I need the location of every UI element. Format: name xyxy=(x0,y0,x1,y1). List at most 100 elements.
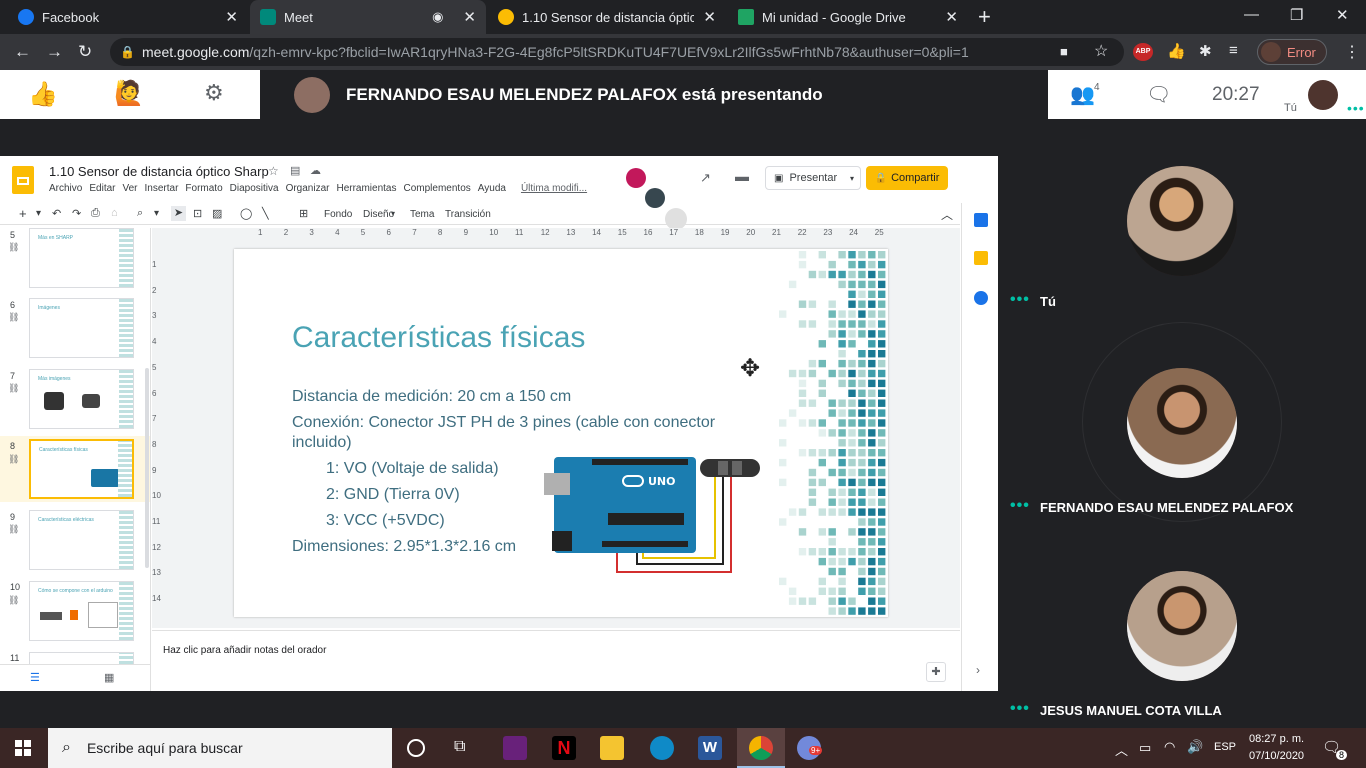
slide-thumbnail[interactable] xyxy=(29,652,134,664)
volume-icon[interactable]: 🔊 xyxy=(1187,739,1203,755)
close-icon[interactable]: ✕ xyxy=(945,8,958,26)
close-icon[interactable]: ✕ xyxy=(463,8,476,26)
reload-icon[interactable]: ↻ xyxy=(78,43,92,60)
slide-thumbnail[interactable]: Más imágenes xyxy=(29,369,134,429)
slide-text-line[interactable]: Distancia de medición: 20 cm a 150 cm xyxy=(292,388,571,406)
slide-thumbnail-selected[interactable]: Características físicas xyxy=(29,439,134,499)
text-box-icon[interactable]: ⊡ xyxy=(193,207,202,220)
participant-tile[interactable]: ••• Tú xyxy=(998,119,1366,319)
chat-icon[interactable]: 🗨 xyxy=(1146,82,1171,107)
media-control-icon[interactable]: ≡ xyxy=(1229,42,1238,59)
line-icon[interactable]: ╲ xyxy=(262,207,269,220)
menu-archivo[interactable]: Archivo xyxy=(49,183,82,194)
chrome-taskbar-button[interactable] xyxy=(737,728,785,768)
slide-text-line[interactable]: incluido) xyxy=(292,434,352,452)
cortana-icon[interactable] xyxy=(407,739,425,757)
profile-error-button[interactable]: Error xyxy=(1257,39,1327,65)
chevron-down-icon[interactable]: ▾ xyxy=(36,208,41,219)
redo-icon[interactable]: ↷ xyxy=(72,207,81,220)
extensions-puzzle-icon[interactable]: ✱ xyxy=(1199,42,1212,60)
slide-thumbnail[interactable]: Características eléctricas xyxy=(29,510,134,570)
slide-text-line[interactable]: Conexión: Conector JST PH de 3 pines (ca… xyxy=(292,414,715,432)
close-icon[interactable]: ✕ xyxy=(225,8,238,26)
theme-button[interactable]: Tema xyxy=(410,209,434,220)
slides-logo-icon[interactable] xyxy=(12,166,34,194)
transition-button[interactable]: Transición xyxy=(445,209,491,220)
slide-thumbnail[interactable]: Imágenes xyxy=(29,298,134,358)
task-view-icon[interactable]: ⧉ xyxy=(454,738,465,756)
menu-herramientas[interactable]: Herramientas xyxy=(336,183,396,194)
word-icon[interactable]: W xyxy=(698,736,722,760)
chevron-down-icon[interactable]: ▾ xyxy=(154,208,159,219)
minimize-icon[interactable]: — xyxy=(1244,6,1259,23)
paint-format-icon[interactable]: ⌂ xyxy=(111,207,118,219)
netflix-icon[interactable]: N xyxy=(552,736,576,760)
menu-organizar[interactable]: Organizar xyxy=(286,183,330,194)
add-comment-icon[interactable]: ⊞ xyxy=(299,207,308,220)
undo-icon[interactable]: ↶ xyxy=(52,207,61,220)
participants-icon[interactable]: 👥 xyxy=(1070,82,1095,107)
windows-start-icon[interactable] xyxy=(15,740,31,756)
adblock-icon[interactable]: ABP xyxy=(1133,43,1153,61)
tray-chevron-icon[interactable]: ︿ xyxy=(1115,740,1128,759)
address-bar[interactable]: 🔒 meet.google.com/qzh-emrv-kpc?fbclid=Iw… xyxy=(110,38,1124,66)
battery-icon[interactable]: ▭ xyxy=(1139,740,1151,756)
edge-icon[interactable] xyxy=(650,736,674,760)
bookmark-star-icon[interactable]: ☆ xyxy=(1094,38,1108,66)
share-button[interactable]: 🔒 Compartir xyxy=(866,166,948,190)
close-icon[interactable]: ✕ xyxy=(703,8,716,26)
taskbar-search-box[interactable]: ⌕ Escribe aquí para buscar xyxy=(48,728,392,768)
slide-thumbnail[interactable]: Más en SHARP xyxy=(29,228,134,288)
wifi-icon[interactable]: ◠ xyxy=(1164,739,1175,755)
new-slide-plus-icon[interactable]: + xyxy=(19,206,27,221)
menu-diapositiva[interactable]: Diapositiva xyxy=(230,183,279,194)
background-button[interactable]: Fondo xyxy=(324,209,352,220)
move-folder-icon[interactable]: ▤ xyxy=(290,164,300,177)
zoom-icon[interactable]: ⌕ xyxy=(137,207,143,220)
window-close-icon[interactable]: ✕ xyxy=(1336,6,1349,24)
chevron-down-icon[interactable]: ▾ xyxy=(391,209,395,218)
chevron-down-icon[interactable]: ▾ xyxy=(850,174,860,183)
settings-gear-icon[interactable]: ⚙ xyxy=(204,80,224,106)
layout-button[interactable]: Diseño xyxy=(363,209,394,220)
restore-icon[interactable]: ❐ xyxy=(1290,6,1303,24)
menu-ayuda[interactable]: Ayuda xyxy=(478,183,506,194)
thumbs-up-emoji-icon[interactable]: 👍 xyxy=(28,80,58,109)
slide-title[interactable]: Características físicas xyxy=(292,321,585,355)
slide-main[interactable]: Características físicas Distancia de med… xyxy=(234,249,888,617)
taskbar-time[interactable]: 08:27 p. m. xyxy=(1249,733,1304,745)
menu-kebab-icon[interactable]: ⋮ xyxy=(1344,42,1360,62)
speaker-notes[interactable]: Haz clic para añadir notas del orador xyxy=(152,630,960,691)
participant-tile[interactable]: ••• FERNANDO ESAU MELENDEZ PALAFOX xyxy=(998,322,1366,522)
tasks-icon[interactable] xyxy=(974,291,988,305)
camera-blocked-icon[interactable]: ■ xyxy=(1060,38,1068,66)
comments-icon[interactable]: ▬ xyxy=(735,168,749,184)
tab-slides[interactable]: 1.10 Sensor de distancia óptico S ✕ xyxy=(488,0,726,34)
slide-text-line[interactable]: 1: VO (Voltaje de salida) xyxy=(326,460,499,478)
print-icon[interactable]: ⎙ xyxy=(91,207,100,220)
shape-icon[interactable]: ◯ xyxy=(240,207,252,220)
last-edit-link[interactable]: Última modifi... xyxy=(521,183,587,194)
menu-insertar[interactable]: Insertar xyxy=(145,183,179,194)
keep-icon[interactable] xyxy=(974,251,988,265)
calendar-icon[interactable] xyxy=(974,213,988,227)
menu-formato[interactable]: Formato xyxy=(185,183,222,194)
slide-text-line[interactable]: 2: GND (Tierra 0V) xyxy=(326,486,460,504)
activity-trend-icon[interactable]: ↗ xyxy=(700,170,711,186)
tab-facebook[interactable]: Facebook ✕ xyxy=(8,0,248,34)
discord-icon[interactable]: 9+ xyxy=(797,736,823,760)
tab-drive[interactable]: Mi unidad - Google Drive ✕ xyxy=(728,0,968,34)
document-title[interactable]: 1.10 Sensor de distancia óptico Sharp xyxy=(49,164,269,179)
file-explorer-icon[interactable] xyxy=(600,736,624,760)
forward-icon[interactable]: → xyxy=(46,43,63,60)
slide-text-line[interactable]: Dimensiones: 2.95*1.3*2.16 cm xyxy=(292,538,516,556)
menu-ver[interactable]: Ver xyxy=(122,183,137,194)
image-icon[interactable]: ▨ xyxy=(212,207,222,220)
star-icon[interactable]: ☆ xyxy=(268,164,279,178)
taskbar-date[interactable]: 07/10/2020 xyxy=(1249,750,1304,762)
back-icon[interactable]: ← xyxy=(14,43,31,60)
menu-editar[interactable]: Editar xyxy=(89,183,115,194)
slide-text-line[interactable]: 3: VCC (+5VDC) xyxy=(326,512,445,530)
thumbs-up-extension-icon[interactable]: 👍 xyxy=(1167,42,1186,60)
slide-thumbnail[interactable]: Cómo se compone con el arduino xyxy=(29,581,134,641)
